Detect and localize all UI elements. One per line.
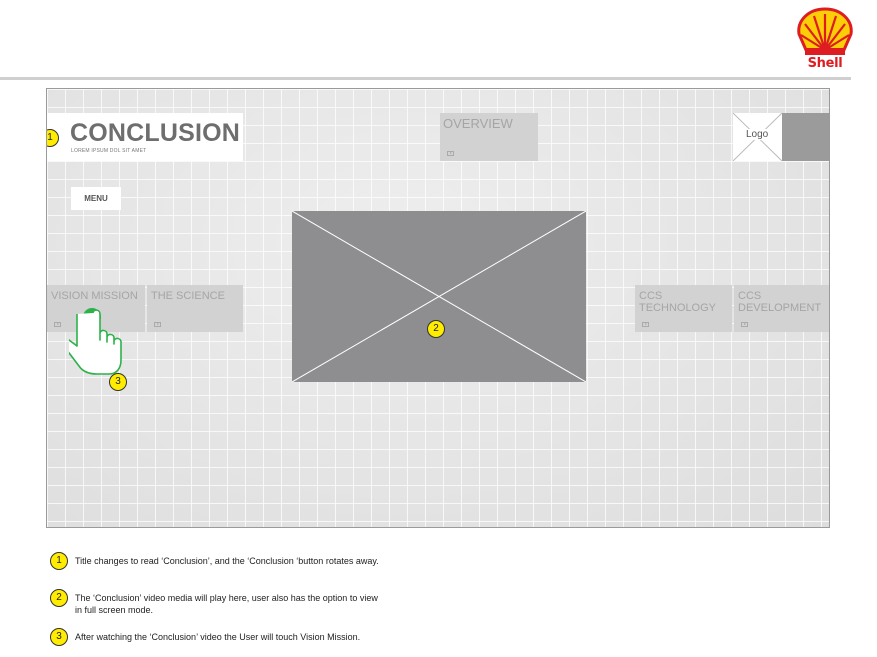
tile-the-science[interactable]: THE SCIENCE (147, 285, 243, 332)
note-2-text: The ‘Conclusion’ video media will play h… (75, 593, 378, 615)
tile-ccs-technology[interactable]: CCS TECHNOLOGY (635, 285, 732, 332)
page-title: CONCLUSION (70, 119, 241, 147)
note-3-number: 3 (50, 628, 68, 646)
tile-overview-label: OVERVIEW (443, 116, 513, 131)
shell-wordmark: Shell (807, 56, 843, 71)
touch-hand-icon (69, 308, 122, 375)
video-icon (54, 322, 61, 327)
page-subtitle: LOREM IPSUM DOL SIT AMET (71, 148, 147, 154)
video-icon (642, 322, 649, 327)
note-1-text: Title changes to read ‘Conclusion’, and … (75, 556, 379, 566)
note-2-number: 2 (50, 589, 68, 607)
header-rule (0, 77, 851, 80)
shell-pecten-icon (797, 7, 853, 55)
tile-ccs-development-label: CCS DEVELOPMENT (738, 290, 822, 314)
callout-3: 3 (109, 373, 127, 391)
note-3-text: After watching the ‘Conclusion’ video th… (75, 632, 361, 642)
shell-logo: Shell (794, 6, 858, 72)
logo-placeholder: Logo (732, 112, 783, 162)
video-icon (154, 322, 161, 327)
logo-dark-panel (782, 113, 829, 161)
tile-vision-mission-label: VISION MISSION (51, 290, 138, 302)
note-1-number: 1 (50, 552, 68, 570)
tile-overview[interactable]: OVERVIEW (440, 113, 538, 161)
video-icon (741, 322, 748, 327)
logo-box: Logo (732, 112, 829, 162)
tile-ccs-development[interactable]: CCS DEVELOPMENT (734, 285, 829, 332)
menu-button[interactable]: MENU (71, 187, 121, 210)
callout-2: 2 (427, 320, 445, 338)
tile-the-science-label: THE SCIENCE (151, 290, 225, 302)
title-box: CONCLUSION LOREM IPSUM DOL SIT AMET (47, 113, 243, 161)
video-icon (447, 151, 454, 156)
logo-label: Logo (745, 129, 770, 140)
wireframe-screen: CONCLUSION LOREM IPSUM DOL SIT AMET 1 OV… (46, 88, 830, 528)
video-player[interactable] (292, 211, 586, 382)
tile-ccs-technology-label: CCS TECHNOLOGY (639, 290, 717, 314)
